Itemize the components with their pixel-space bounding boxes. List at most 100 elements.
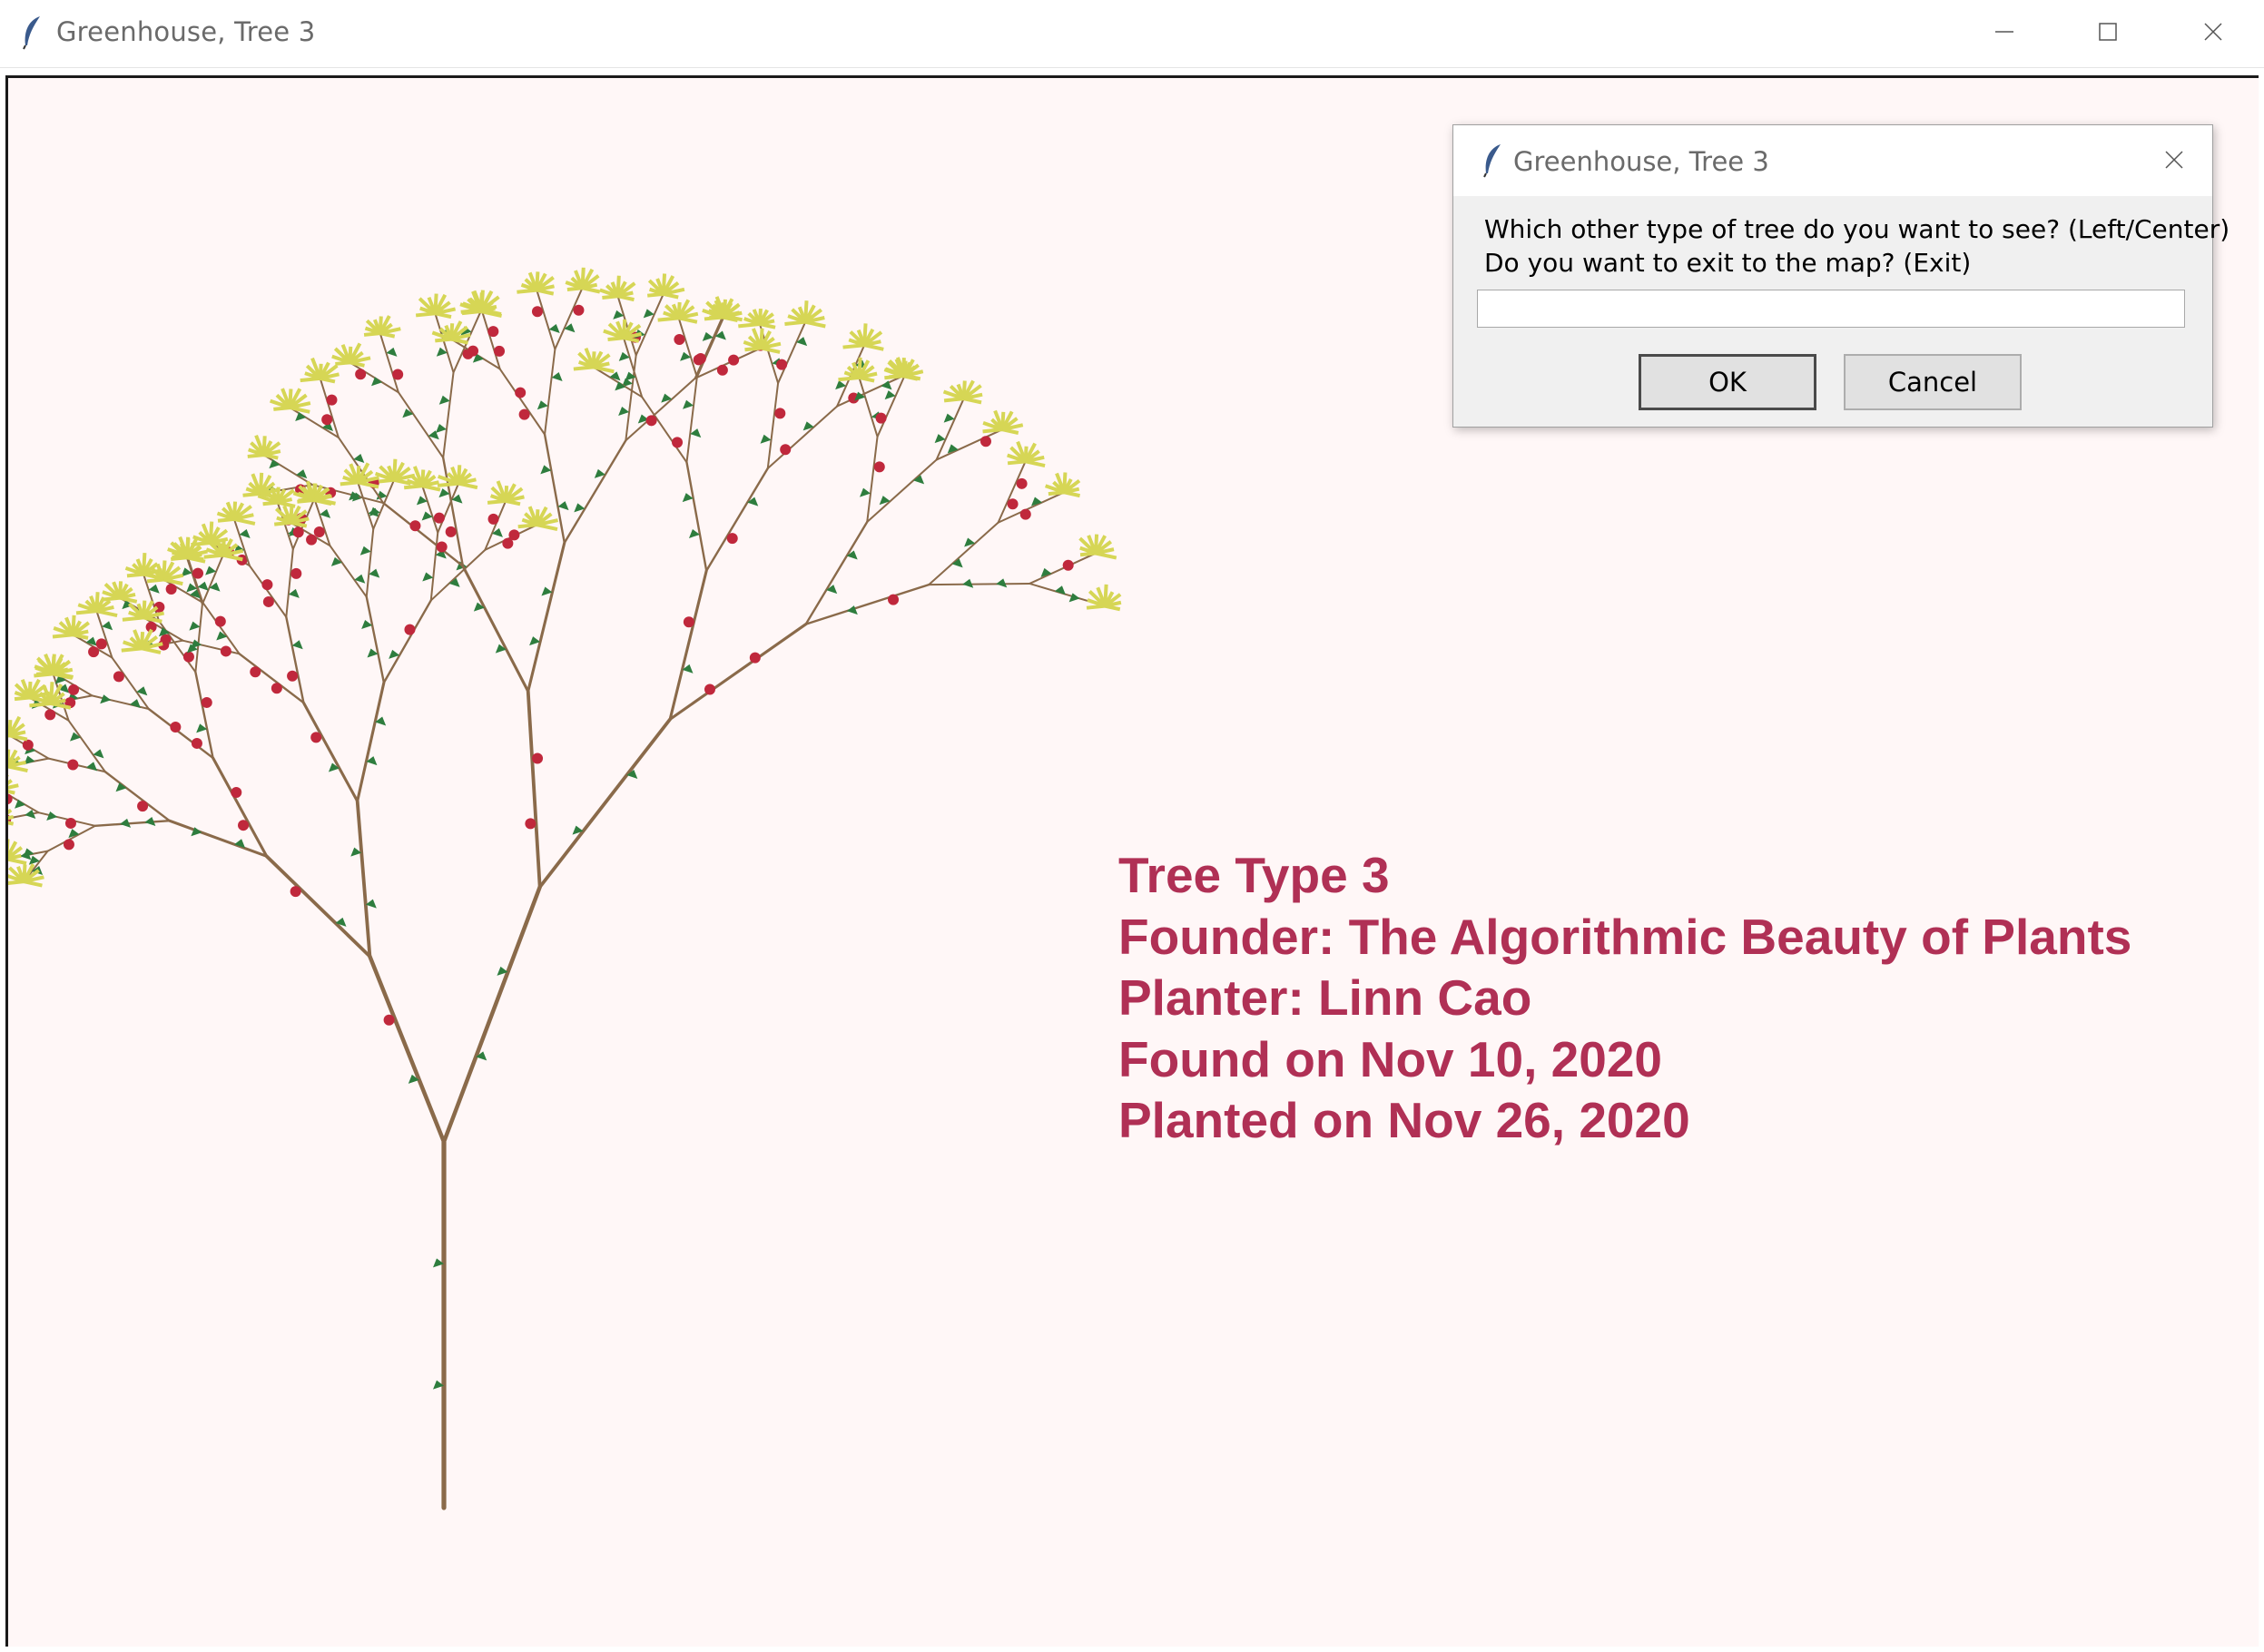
berry-icon	[250, 666, 261, 678]
berry-icon	[44, 709, 56, 721]
tree-info: Tree Type 3 Founder: The Algorithmic Bea…	[1118, 845, 2131, 1152]
berry-icon	[873, 461, 885, 473]
flower-icon	[216, 501, 256, 526]
tree-branch	[442, 371, 455, 459]
flower-icon	[8, 749, 28, 773]
cancel-button[interactable]: Cancel	[1844, 354, 2022, 410]
tree-branch	[147, 707, 214, 760]
prompt-line-1: Which other type of tree do you want to …	[1484, 214, 2230, 244]
berry-icon	[63, 839, 74, 851]
berry-icon	[191, 737, 202, 749]
leaf-icon	[330, 556, 342, 566]
berry-icon	[170, 721, 182, 733]
tree-branch	[625, 377, 696, 442]
leaf-icon	[269, 459, 281, 469]
berry-icon	[68, 683, 80, 695]
berry-icon	[326, 394, 338, 406]
tree-branch	[1029, 552, 1097, 585]
berry-icon	[137, 801, 149, 812]
leaf-icon	[760, 434, 772, 444]
tree-choice-input[interactable]	[1477, 290, 2185, 328]
tree-branch	[201, 554, 224, 605]
berry-icon	[468, 345, 479, 357]
tree-branch	[262, 454, 314, 487]
berry-icon	[404, 624, 416, 635]
window-title: Greenhouse, Tree 3	[56, 16, 316, 47]
flower-icon	[487, 480, 525, 506]
berry-icon	[1062, 559, 1074, 571]
leaf-icon	[86, 762, 98, 772]
ok-button[interactable]: OK	[1639, 354, 1816, 410]
tree-branch	[356, 681, 386, 803]
berry-icon	[518, 408, 530, 420]
info-found-date: Found on Nov 10, 2020	[1118, 1030, 1663, 1087]
berry-icon	[515, 387, 527, 398]
flower-icon	[573, 347, 615, 374]
berry-icon	[436, 541, 448, 553]
minimize-button[interactable]	[1968, 9, 2041, 54]
leaf-icon	[1068, 593, 1080, 603]
berry-icon	[290, 567, 302, 579]
leaf-icon	[609, 371, 621, 381]
leaf-icon	[551, 371, 563, 381]
berry-icon	[287, 670, 299, 682]
berry-icon	[192, 567, 204, 579]
berry-icon	[165, 583, 177, 595]
dialog-prompt: Which other type of tree do you want to …	[1484, 212, 2230, 280]
close-icon	[2204, 23, 2222, 41]
tree-branch	[103, 771, 171, 822]
berry-icon	[875, 412, 887, 424]
leaf-icon	[15, 799, 26, 809]
tree-branch	[526, 689, 542, 890]
berry-icon	[355, 369, 367, 380]
tree-branch	[168, 819, 269, 858]
dialog-close-button[interactable]	[2152, 140, 2196, 180]
tree-branch	[248, 565, 288, 618]
berry-icon	[776, 359, 788, 370]
leaf-icon	[536, 400, 548, 410]
tree-branch	[434, 312, 455, 374]
leaf-icon	[557, 501, 569, 511]
berry-icon	[979, 436, 991, 447]
tree-branch	[498, 368, 546, 436]
flower-icon	[8, 774, 19, 795]
tree-branch	[368, 954, 447, 1145]
leaf-icon	[191, 639, 202, 649]
tree-branch	[563, 439, 627, 545]
prompt-line-2: Do you want to exit to the map? (Exit)	[1484, 248, 1972, 278]
berry-icon	[88, 646, 100, 658]
berry-icon	[231, 787, 242, 799]
berry-icon	[214, 615, 226, 627]
leaf-icon	[359, 546, 371, 556]
flower-icon	[517, 506, 558, 532]
berry-icon	[290, 886, 301, 898]
maximize-button[interactable]	[2072, 9, 2144, 54]
tree-branch	[685, 376, 698, 464]
berry-icon	[271, 683, 282, 694]
tree-branch	[928, 582, 1031, 586]
berry-icon	[694, 352, 706, 364]
berry-icon	[22, 739, 34, 751]
tree-branch	[194, 603, 203, 674]
tree-branch	[537, 717, 673, 890]
berry-icon	[532, 752, 544, 764]
flower-icon	[101, 581, 138, 604]
flower-icon	[415, 293, 457, 320]
flower-icon	[784, 300, 826, 329]
tree-branch	[928, 521, 999, 586]
berry-icon	[113, 671, 124, 683]
feather-icon	[1483, 144, 1501, 178]
leaf-icon	[448, 577, 460, 587]
berry-icon	[1007, 498, 1019, 510]
berry-icon	[508, 529, 520, 541]
berry-icon	[261, 579, 273, 591]
berry-icon	[238, 820, 250, 831]
flower-icon	[8, 715, 28, 742]
tree-branch	[766, 382, 780, 470]
close-button[interactable]	[2177, 9, 2249, 54]
berry-icon	[888, 594, 900, 605]
berry-icon	[704, 683, 715, 695]
leaf-icon	[100, 694, 112, 704]
flower-icon	[1045, 472, 1081, 498]
tree-branch	[365, 527, 375, 598]
